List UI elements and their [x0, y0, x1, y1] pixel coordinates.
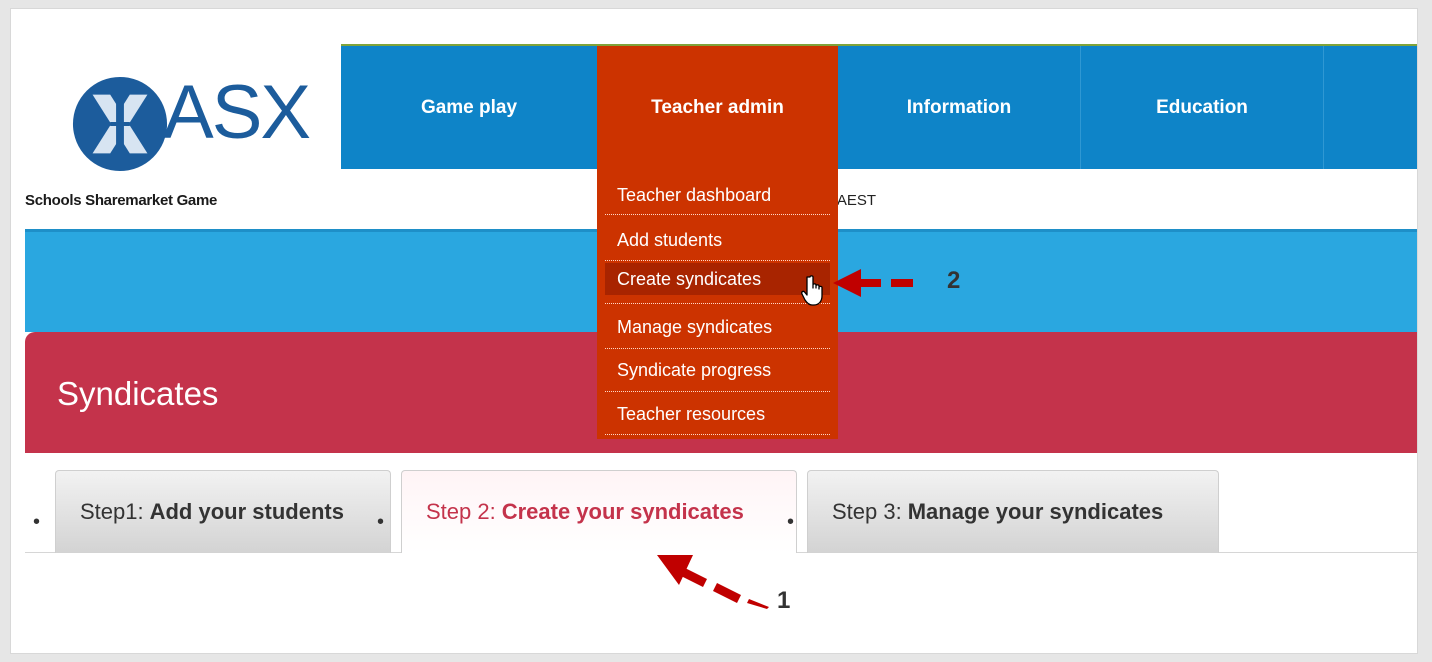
hand-pointer-icon: [801, 275, 823, 306]
step-prefix: Step 3:: [832, 499, 902, 524]
step-label: Add your students: [149, 499, 344, 524]
menu-divider: [605, 348, 830, 349]
annotation-arrow-2-icon: [833, 269, 913, 297]
nav-teacher-admin[interactable]: Teacher admin: [597, 46, 838, 169]
screenshot-frame: ASX Game play Teacher admin Information …: [10, 8, 1418, 654]
tab-step-2[interactable]: Step 2: Create your syndicates: [401, 470, 797, 553]
bullet: •: [377, 511, 385, 533]
annotation-arrow-1-icon: [657, 555, 769, 609]
nav-game-play[interactable]: Game play: [341, 46, 597, 169]
callout-1: 1: [777, 587, 791, 614]
site-tagline: Schools Sharemarket Game: [25, 192, 218, 209]
bullet: •: [787, 511, 795, 533]
asx-logo-icon: [72, 76, 168, 172]
menu-item-add-students[interactable]: Add students: [605, 224, 830, 256]
menu-divider: [605, 260, 830, 261]
menu-divider: [605, 391, 830, 392]
step-label: Manage your syndicates: [907, 499, 1164, 524]
nav-education[interactable]: Education: [1081, 46, 1323, 169]
menu-item-syndicate-progress[interactable]: Syndicate progress: [605, 354, 830, 386]
menu-item-create-syndicates[interactable]: Create syndicates: [605, 263, 830, 295]
step-label: Create your syndicates: [501, 499, 744, 524]
nav-information[interactable]: Information: [838, 46, 1080, 169]
menu-item-manage-syndicates[interactable]: Manage syndicates: [605, 311, 830, 343]
menu-item-teacher-resources[interactable]: Teacher resources: [605, 398, 830, 430]
bullet: •: [33, 511, 41, 533]
tab-step-1[interactable]: Step1: Add your students: [55, 470, 391, 553]
nav-separator: [1323, 46, 1324, 169]
step-prefix: Step1:: [80, 499, 144, 524]
logo[interactable]: ASX: [25, 45, 341, 177]
menu-divider: [605, 434, 830, 435]
tab-step-3[interactable]: Step 3: Manage your syndicates: [807, 470, 1219, 553]
page: ASX Game play Teacher admin Information …: [25, 9, 1417, 653]
menu-item-teacher-dashboard[interactable]: Teacher dashboard: [605, 179, 830, 211]
logo-text: ASX: [163, 70, 311, 155]
callout-2: 2: [947, 267, 961, 294]
step-prefix: Step 2:: [426, 499, 496, 524]
menu-divider: [605, 214, 830, 215]
menu-divider: [605, 303, 830, 304]
page-title: Syndicates: [57, 375, 219, 412]
